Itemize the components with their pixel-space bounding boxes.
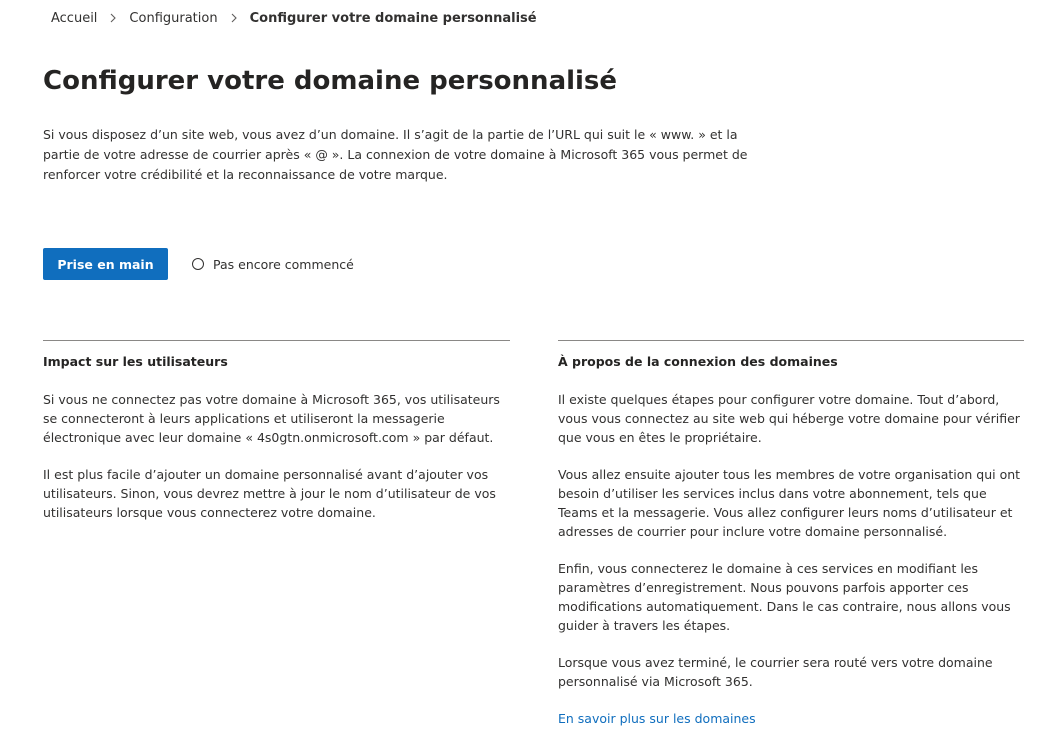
impact-paragraph: Si vous ne connectez pas votre domaine à… (43, 392, 500, 445)
chevron-right-icon (228, 12, 240, 24)
status-label: Pas encore commencé (213, 256, 354, 272)
page: Accueil Configuration Configurer votre d… (0, 0, 1060, 744)
intro-text: Si vous disposez d’un site web, vous ave… (43, 127, 748, 182)
get-started-button[interactable]: Prise en main (43, 248, 168, 280)
about-paragraph: Enfin, vous connecterez le domaine à ces… (558, 561, 1011, 633)
breadcrumb-home[interactable]: Accueil (51, 11, 97, 26)
about-heading: À propos de la connexion des domaines (558, 354, 838, 369)
about-paragraph: Vous allez ensuite ajouter tous les memb… (558, 467, 1021, 539)
page-title: Configurer votre domaine personnalisé (43, 66, 618, 96)
about-paragraph: Il existe quelques étapes pour configure… (558, 392, 1020, 445)
learn-more-domains-link[interactable]: En savoir plus sur les domaines (558, 709, 756, 728)
status-circle-icon (192, 258, 204, 270)
impact-heading: Impact sur les utilisateurs (43, 354, 228, 369)
breadcrumb-configuration[interactable]: Configuration (129, 11, 217, 26)
about-section: À propos de la connexion des domaines Il… (558, 340, 1024, 728)
about-paragraph: Lorsque vous avez terminé, le courrier s… (558, 655, 993, 689)
chevron-right-icon (107, 12, 119, 24)
impact-section: Impact sur les utilisateurs Si vous ne c… (43, 340, 510, 522)
breadcrumb: Accueil Configuration Configurer votre d… (51, 8, 537, 28)
status-indicator: Pas encore commencé (192, 256, 354, 272)
impact-paragraph: Il est plus facile d’ajouter un domaine … (43, 467, 496, 520)
breadcrumb-current: Configurer votre domaine personnalisé (249, 10, 537, 26)
